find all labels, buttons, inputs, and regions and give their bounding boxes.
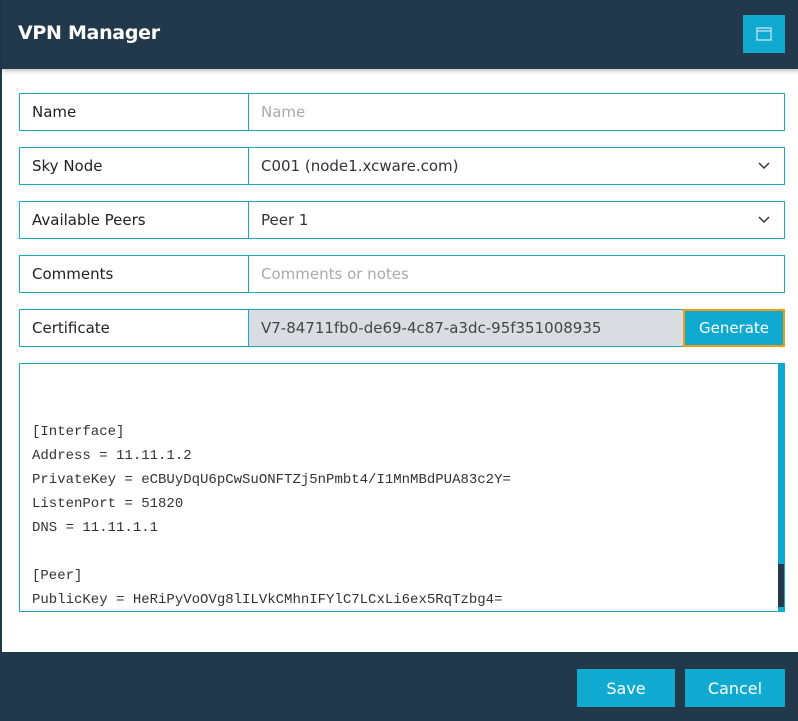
config-textarea[interactable]: [Interface] Address = 11.11.1.2 PrivateK…	[19, 363, 785, 612]
scrollbar-thumb[interactable]	[778, 564, 784, 607]
name-label: Name	[20, 94, 249, 130]
certificate-row: Certificate V7-84711fb0-de69-4c87-a3dc-9…	[19, 309, 785, 347]
sky-node-row: Sky Node C001 (node1.xcware.com)	[19, 147, 785, 185]
chevron-down-icon	[758, 216, 770, 224]
sky-node-label: Sky Node	[20, 148, 249, 184]
certificate-field: V7-84711fb0-de69-4c87-a3dc-95f351008935	[249, 310, 683, 346]
name-input[interactable]: Name	[249, 94, 784, 130]
peers-value: Peer 1	[261, 211, 309, 229]
peers-row: Available Peers Peer 1	[19, 201, 785, 239]
generate-button[interactable]: Generate	[683, 309, 785, 347]
save-button[interactable]: Save	[577, 669, 675, 707]
header: VPN Manager	[2, 0, 798, 69]
peers-select[interactable]: Peer 1	[249, 202, 784, 238]
maximize-button[interactable]	[743, 15, 785, 53]
page-title: VPN Manager	[18, 22, 160, 44]
chevron-down-icon	[758, 162, 770, 170]
scrollbar[interactable]	[778, 364, 784, 611]
sky-node-select[interactable]: C001 (node1.xcware.com)	[249, 148, 784, 184]
comments-input[interactable]: Comments or notes	[249, 256, 784, 292]
footer: Save Cancel	[2, 652, 798, 721]
comments-label: Comments	[20, 256, 249, 292]
comments-row: Comments Comments or notes	[19, 255, 785, 293]
cancel-button[interactable]: Cancel	[685, 669, 785, 707]
peers-label: Available Peers	[20, 202, 249, 238]
config-text: [Interface] Address = 11.11.1.2 PrivateK…	[32, 424, 511, 608]
name-row: Name Name	[19, 93, 785, 131]
certificate-label: Certificate	[20, 310, 249, 346]
window-maximize-icon	[756, 27, 772, 41]
sky-node-value: C001 (node1.xcware.com)	[261, 157, 459, 175]
